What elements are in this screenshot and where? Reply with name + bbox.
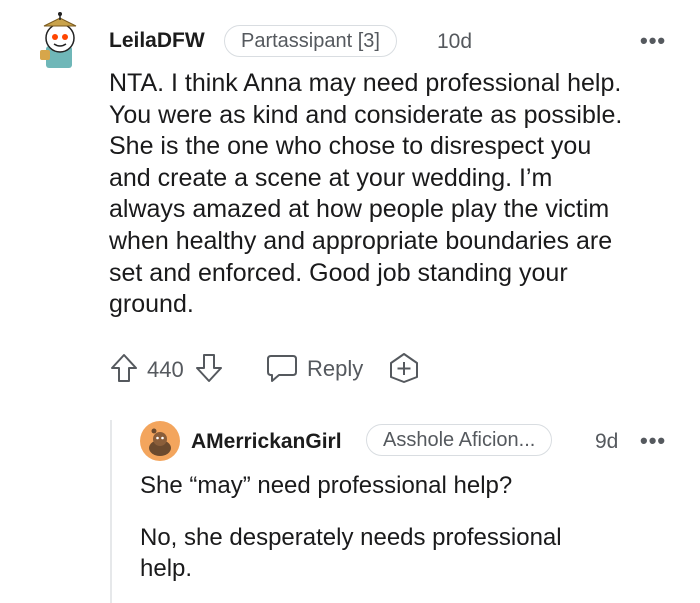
comment-line: ground. [109, 290, 194, 319]
comment-line: NTA. I think Anna may need professional … [109, 69, 622, 97]
award-icon[interactable] [387, 351, 421, 385]
user-flair: Partassipant [3] [224, 25, 397, 57]
downvote-icon[interactable] [194, 352, 224, 384]
comment-line: always amazed at how people play the vic… [109, 195, 610, 224]
reply-user-avatar[interactable] [140, 421, 180, 461]
more-options-icon[interactable]: ••• [640, 28, 666, 54]
comment-line: when healthy and appropriate boundaries … [109, 226, 613, 255]
reply-username[interactable]: AMerrickanGirl [191, 430, 342, 454]
vote-count: 440 [147, 357, 184, 382]
comment-body: NTA. I think Anna may need professional … [109, 68, 694, 321]
user-avatar[interactable] [36, 12, 84, 72]
upvote-icon[interactable] [109, 352, 139, 384]
reply-more-options-icon[interactable]: ••• [640, 428, 666, 454]
comment-username[interactable]: LeilaDFW [109, 29, 205, 53]
comment-line: She is the one who chose to disrespect y… [109, 132, 592, 161]
reply-line: No, she desperately needs professional [140, 524, 562, 551]
comment-line: You were as kind and considerate as poss… [109, 100, 623, 129]
comment-timestamp[interactable]: 10d [437, 30, 472, 54]
reply-line: help. [140, 555, 193, 582]
reply-timestamp[interactable]: 9d [595, 430, 618, 454]
reply-paragraph-2: No, she desperately needs professional h… [140, 522, 680, 584]
thread-line[interactable] [110, 420, 112, 603]
reply-paragraph-1: She “may” need professional help? [140, 472, 513, 499]
reply-button[interactable]: Reply [307, 356, 363, 382]
comment-line: and create a scene at your wedding. I’m [109, 163, 553, 192]
reply-icon[interactable] [265, 353, 299, 383]
reply-user-flair: Asshole Aficion... [366, 424, 553, 456]
comment-line: set and enforced. Good job standing your [109, 258, 568, 287]
